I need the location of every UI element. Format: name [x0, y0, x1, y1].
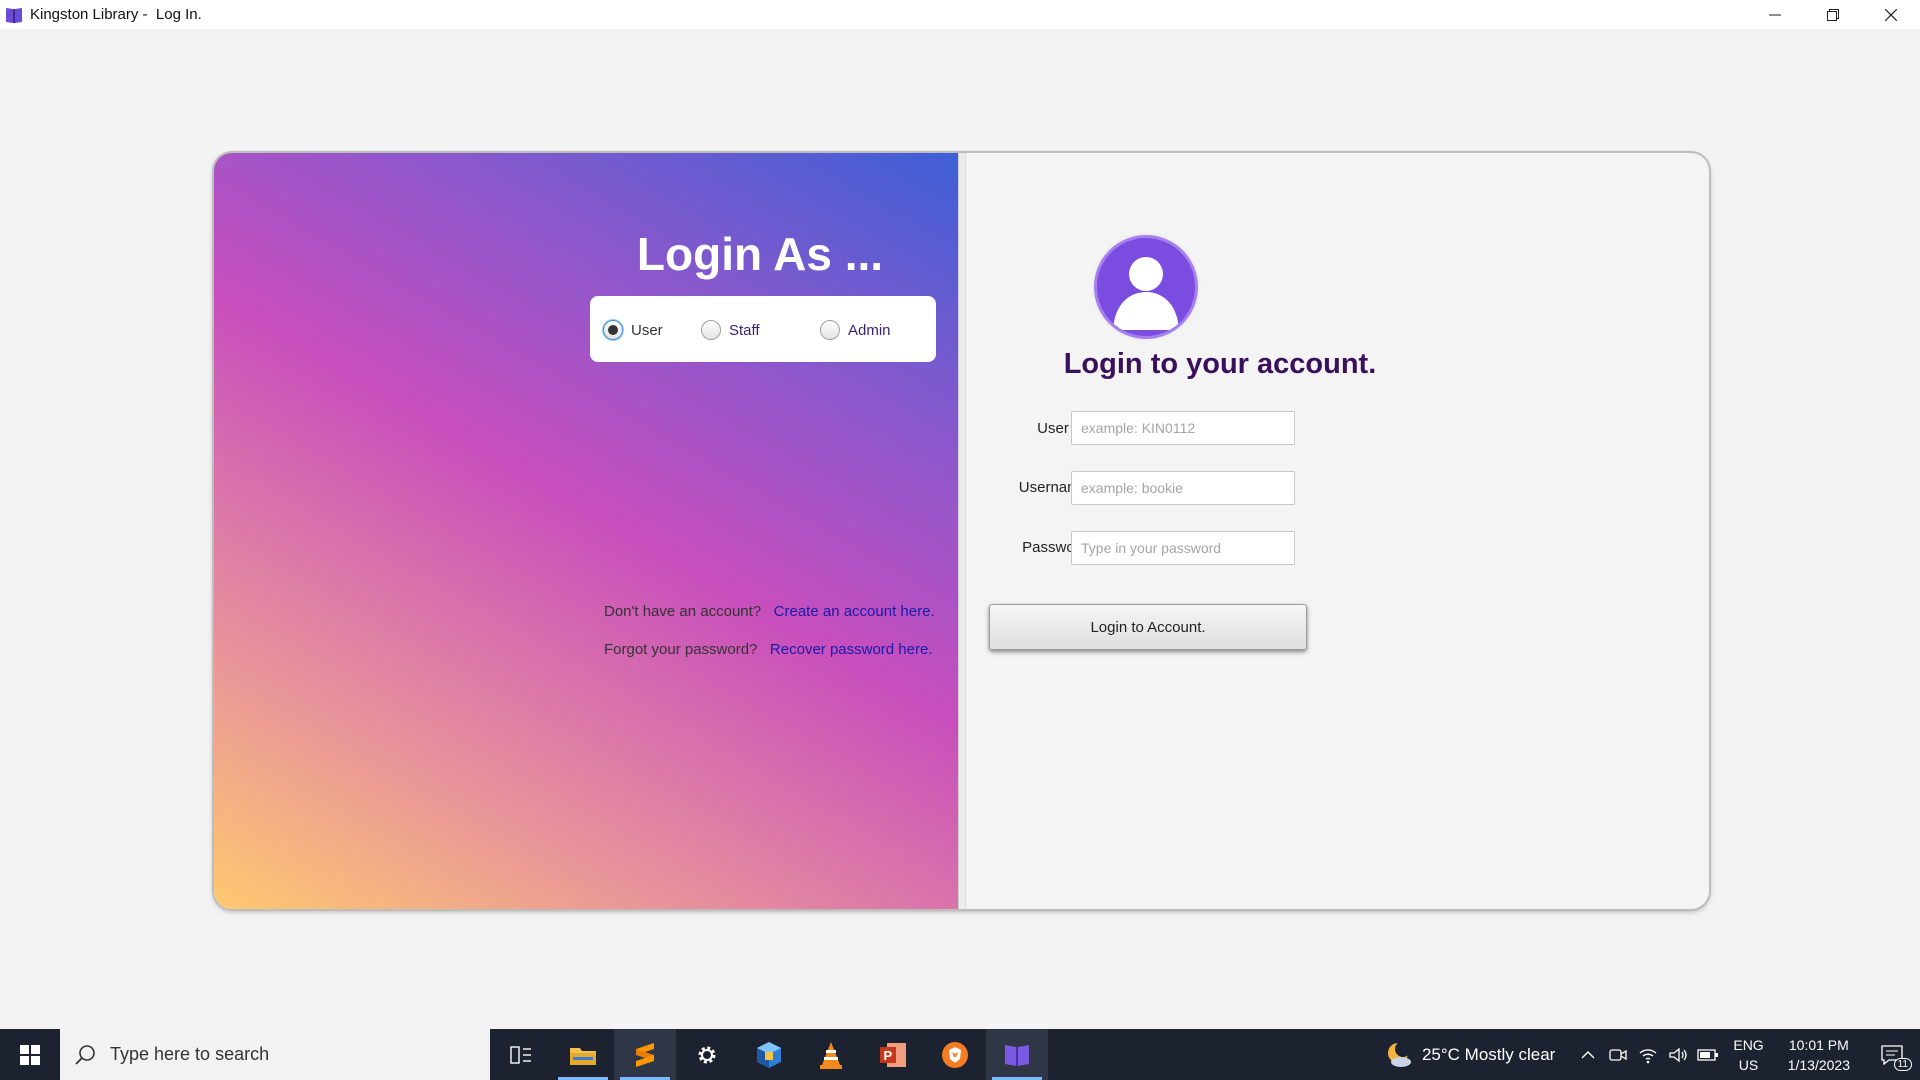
book-app-icon [6, 7, 22, 23]
radio-admin[interactable] [820, 320, 840, 340]
lang-line2: US [1738, 1056, 1759, 1073]
search-placeholder: Type here to search [110, 1044, 270, 1064]
clock[interactable]: 10:01 PM 1/13/2023 [1788, 1035, 1850, 1075]
role-user-option[interactable]: User [603, 320, 663, 340]
book-icon [1005, 1044, 1029, 1066]
virtualbox-icon [757, 1041, 781, 1068]
windows-icon [20, 1044, 40, 1065]
task-view-icon [510, 1045, 531, 1064]
svg-text:P: P [884, 1048, 893, 1063]
panel-divider [958, 153, 966, 909]
clock-time: 10:01 PM [1788, 1036, 1849, 1053]
sublime-text-button[interactable] [614, 1029, 676, 1080]
library-app-button[interactable] [986, 1029, 1048, 1080]
user-id-input[interactable] [1071, 411, 1295, 445]
start-button[interactable] [0, 1029, 60, 1080]
notification-count-badge: 11 [1893, 1058, 1912, 1071]
brave-icon [942, 1041, 968, 1068]
battery-icon [1697, 1048, 1719, 1061]
system-tray: 25°C Mostly clear ENG US 10:01 PM 1/13/2… [1384, 1029, 1920, 1080]
title-bar: Kingston Library - Log In. [0, 0, 1920, 29]
login-heading: Login to your account. [1063, 348, 1377, 380]
role-user-label: User [631, 321, 663, 339]
powerpoint-button[interactable]: P [862, 1029, 924, 1080]
role-panel: Login As ... User Staff Admin Don't have… [214, 153, 958, 909]
minimize-button[interactable] [1746, 0, 1804, 29]
lang-line1: ENG [1733, 1036, 1764, 1053]
meet-now-button[interactable] [1603, 1029, 1633, 1080]
password-input[interactable] [1071, 531, 1295, 565]
clock-date: 1/13/2023 [1787, 1056, 1850, 1073]
role-staff-option[interactable]: Staff [701, 320, 760, 340]
role-selector: User Staff Admin [590, 296, 936, 362]
taskbar-search[interactable]: Type here to search [60, 1029, 490, 1080]
powerpoint-icon: P [880, 1042, 906, 1067]
gear-icon [698, 1046, 716, 1063]
close-button[interactable] [1862, 0, 1920, 29]
radio-staff[interactable] [701, 320, 721, 340]
taskbar: Type here to search P 25°C Mostly clear [0, 1029, 1920, 1080]
virtualbox-button[interactable] [738, 1029, 800, 1080]
login-card: Login As ... User Staff Admin Don't have… [214, 153, 1709, 909]
vlc-icon [820, 1041, 842, 1069]
settings-button[interactable] [676, 1029, 738, 1080]
login-as-title: Login As ... [636, 228, 884, 280]
window-controls [1746, 0, 1920, 29]
radio-user[interactable] [603, 320, 623, 340]
recover-password-link[interactable]: Recover password here. [770, 641, 933, 658]
radio-dot-icon [608, 325, 618, 335]
folder-icon [570, 1047, 596, 1065]
close-icon [1885, 8, 1897, 21]
create-account-line: Don't have an account? Create an account… [604, 603, 935, 620]
role-admin-option[interactable]: Admin [820, 320, 891, 340]
role-staff-label: Staff [729, 321, 760, 339]
search-icon [75, 1044, 95, 1065]
role-admin-label: Admin [848, 321, 891, 339]
wifi-icon [1639, 1048, 1657, 1063]
battery-button[interactable] [1693, 1029, 1723, 1080]
vlc-button[interactable] [800, 1029, 862, 1080]
weather-text[interactable]: 25°C Mostly clear [1422, 1045, 1555, 1065]
chevron-up-icon [1581, 1050, 1595, 1058]
camera-icon [1609, 1048, 1628, 1061]
show-hidden-icons-button[interactable] [1573, 1029, 1603, 1080]
restore-button[interactable] [1804, 0, 1862, 29]
sublime-text-icon [636, 1042, 654, 1067]
recover-password-line: Forgot your password? Recover password h… [604, 641, 933, 658]
create-account-link[interactable]: Create an account here. [774, 603, 935, 620]
network-button[interactable] [1633, 1029, 1663, 1080]
task-view-button[interactable] [490, 1029, 552, 1080]
file-explorer-button[interactable] [552, 1029, 614, 1080]
weather-moon-icon[interactable] [1384, 1040, 1414, 1070]
input-language[interactable]: ENG US [1733, 1035, 1763, 1075]
volume-button[interactable] [1663, 1029, 1693, 1080]
username-input[interactable] [1071, 471, 1295, 505]
restore-icon [1827, 8, 1839, 21]
speaker-icon [1669, 1047, 1688, 1062]
login-button[interactable]: Login to Account. [989, 604, 1307, 650]
minimize-icon [1769, 14, 1781, 15]
user-avatar-icon [1097, 238, 1195, 336]
window-title: Kingston Library - Log In. [30, 6, 202, 23]
forgot-password-text: Forgot your password? [604, 641, 758, 658]
no-account-text: Don't have an account? [604, 603, 762, 620]
brave-button[interactable] [924, 1029, 986, 1080]
notification-center-button[interactable]: 11 [1864, 1029, 1920, 1080]
